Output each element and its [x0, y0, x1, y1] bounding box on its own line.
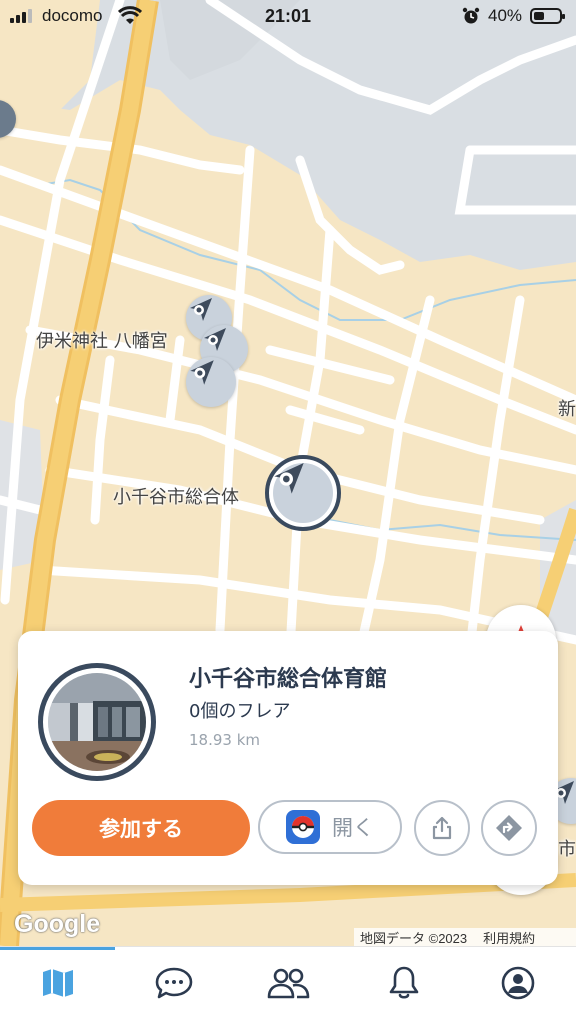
battery-icon: [530, 8, 565, 24]
battery-level: [534, 12, 544, 20]
directions-icon: [496, 815, 522, 841]
map-label-edge-2: 市: [558, 839, 576, 860]
map-icon: [43, 969, 73, 997]
tab-notifications[interactable]: [382, 963, 426, 1003]
battery-percent: 40%: [488, 6, 523, 25]
tab-profile[interactable]: [496, 963, 540, 1003]
active-tab-indicator: [0, 947, 115, 950]
share-button[interactable]: [414, 800, 470, 856]
map-label-edge-1: 新: [558, 399, 576, 420]
map-label-gym: 小千谷市総合体: [113, 487, 239, 508]
gym-photo[interactable]: [38, 663, 156, 781]
navigation-icon: [274, 463, 304, 494]
selected-gym-pin-inner: [273, 463, 333, 523]
bell-icon: [389, 966, 419, 999]
tab-friends[interactable]: [266, 963, 310, 1003]
navigation-icon: [190, 298, 212, 321]
directions-button[interactable]: [481, 800, 537, 856]
gym-pin[interactable]: [186, 357, 236, 407]
gym-photo-graphic: [48, 673, 146, 771]
flare-count: 0個のフレア: [189, 701, 291, 722]
open-in-game-button[interactable]: 開く: [258, 800, 402, 854]
join-button[interactable]: 参加する: [32, 800, 250, 856]
gym-title: 小千谷市総合体育館: [189, 667, 388, 692]
gym-photo-image: [48, 673, 146, 771]
share-icon: [432, 816, 452, 840]
chat-icon: [155, 967, 193, 999]
tab-map[interactable]: [36, 963, 80, 1003]
navigation-icon: [204, 328, 226, 351]
tab-chat[interactable]: [152, 963, 196, 1003]
gym-info-card[interactable]: 小千谷市総合体育館 0個のフレア 18.93 km 参加する 開く: [18, 631, 558, 885]
navigation-icon: [190, 360, 214, 385]
selected-gym-pin[interactable]: [265, 455, 341, 531]
map-data-text: 地図データ ©2023: [360, 930, 468, 946]
tab-bar: [0, 946, 576, 1025]
pokemon-go-app-icon: [286, 810, 320, 844]
map-attribution: 地図データ ©2023 利用規約: [354, 928, 576, 946]
open-label: 開く: [332, 816, 374, 840]
google-logo: Google: [14, 910, 101, 938]
alarm-icon: [462, 7, 480, 24]
friends-icon: [267, 968, 310, 999]
profile-icon: [501, 966, 535, 1000]
map-label-shrine: 伊米神社 八幡宮: [36, 331, 168, 352]
gym-distance: 18.93 km: [189, 731, 261, 749]
status-bar: docomo 21:01 40%: [0, 0, 576, 34]
terms-link[interactable]: 利用規約: [483, 928, 535, 947]
